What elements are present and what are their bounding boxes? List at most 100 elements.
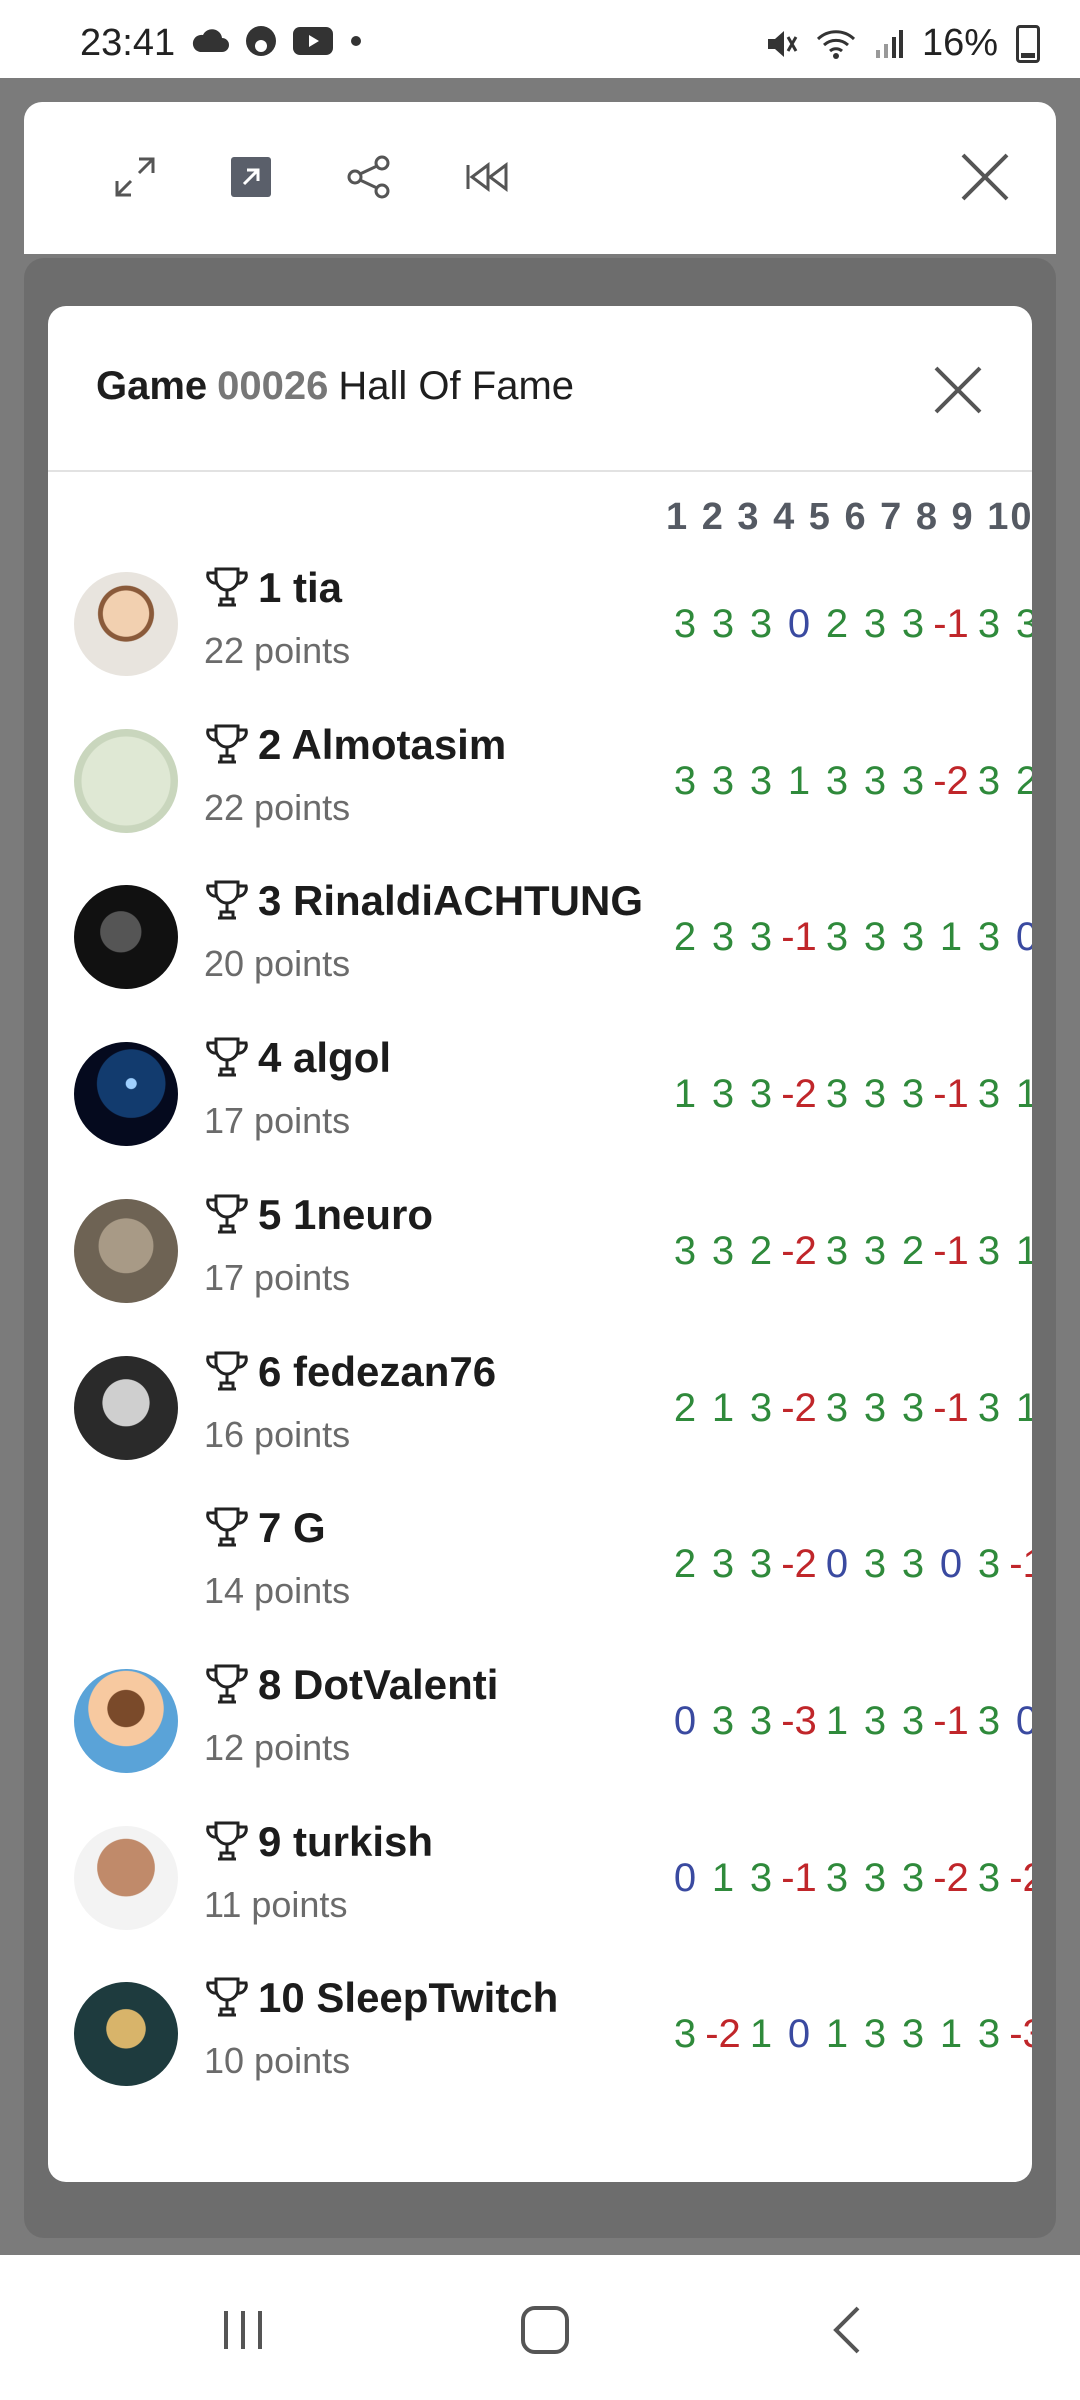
round-score: 3 [863,2012,887,2057]
round-score: 0 [673,1698,697,1743]
leaderboard-row[interactable]: 5 1neuro 17 points 3 3 2 -2 3 3 2 -1 3 1 [48,1179,1032,1335]
viewer-toolbar [24,102,1056,254]
round-scores: 1 3 3 -2 3 3 3 -1 3 1 [666,1072,1032,1117]
trophy-icon [206,724,248,764]
round-score: 0 [1015,1698,1032,1743]
share-button[interactable] [338,146,400,208]
leaderboard-row[interactable]: 8 DotValenti 12 points 0 3 3 -3 1 3 3 -1 3 0 [48,1649,1032,1805]
round-score: 1 [673,1072,697,1117]
round-score: 3 [711,1542,735,1587]
round-score: 3 [825,915,849,960]
round-score: 3 [901,602,925,646]
round-score: 3 [825,758,849,803]
round-score: 2 [749,1228,773,1273]
player-name-text: 5 1neuro [258,1190,434,1238]
round-score: 3 [673,1228,697,1273]
recent-apps-button[interactable] [203,2295,283,2365]
round-score: 0 [787,2012,811,2057]
modal-header: Game 00026 Hall Of Fame [48,306,1032,472]
player-name-text: 1 tia [258,564,343,611]
wifi-icon [816,29,855,59]
avatar [74,885,178,990]
leaderboard-row[interactable]: 6 fedezan76 16 points 2 1 3 -2 3 3 3 -1 3 1 [48,1336,1032,1492]
trophy-icon [206,567,248,607]
leaderboard-row[interactable]: 3 RinaldiACHTUNG 20 points 2 3 3 -1 3 3 3 1 3 0 [48,865,1032,1021]
leaderboard-row[interactable]: 7 G14 points233-203303-1 [48,1492,1032,1648]
leaderboard-row[interactable]: 2 Almotasim 22 points 3 3 3 1 3 3 3 -2 3 2 [48,709,1032,865]
round-score: 1 [825,1698,849,1743]
round-score: 1 [711,1385,735,1430]
round-score: -2 [705,2012,741,2057]
round-score: 3 [673,2012,697,2057]
round-score: 3 [711,602,735,646]
trophy-icon [206,1821,248,1861]
player-points: 17 points [204,1256,351,1298]
round-score: 0 [1015,915,1032,960]
round-score: 1 [825,2012,849,2057]
round-score: 3 [825,1855,849,1900]
modal-close-button[interactable] [928,360,988,420]
player-name-text: 3 RinaldiACHTUNG [258,877,644,925]
status-left-icons [190,24,364,58]
round-score: 3 [863,1072,887,1117]
open-external-button[interactable] [220,146,282,208]
back-button[interactable] [808,2295,888,2365]
round-score: 3 [749,1542,773,1587]
modal-title-sub: Hall Of Fame [338,364,575,408]
round-score: 3 [863,1228,887,1273]
player-name-text: 6 fedezan76 [258,1347,497,1395]
round-score: 3 [749,1385,773,1430]
player-name: 10 SleepTwitch [204,1974,558,2022]
status-bar: 23:41 16% [0,0,1080,78]
round-score: -2 [781,1385,817,1430]
player-points: 12 points [204,1726,351,1768]
round-score: 0 [673,1855,697,1900]
round-score: 1 [939,2012,963,2057]
round-score: -2 [933,1855,969,1900]
rewind-icon [466,162,508,192]
column-header: 1 2 3 4 5 6 7 8 9 10 [666,496,1032,538]
round-scores: 3 3 2 -2 3 3 2 -1 3 1 [666,1229,1032,1274]
round-score: 1 [787,758,811,803]
round-score: 1 [939,915,963,960]
round-score: 3 [901,2012,925,2057]
round-score: 3 [711,1228,735,1273]
round-score: 1 [749,2012,773,2057]
rewind-button[interactable] [456,146,518,208]
leaderboard-row[interactable]: 1 tia 22 points 3 3 3 0 2 3 3 -1 3 3 [48,552,1032,708]
round-score: 3 [711,758,735,803]
round-score: -1 [781,1855,817,1900]
player-name-text: 10 SleepTwitch [258,1974,559,2022]
round-score: 0 [939,1542,963,1587]
round-score: 3 [749,602,773,646]
share-icon [347,155,390,199]
player-points: 16 points [204,1413,351,1455]
leaderboard-row[interactable]: 4 algol 17 points 1 3 3 -2 3 3 3 -1 3 1 [48,1022,1032,1178]
round-score: -2 [933,758,969,803]
leaderboard-row[interactable]: 10 SleepTwitch10 points3-21013313-3 [48,1962,1032,2118]
home-button[interactable] [505,2295,585,2365]
expand-button[interactable] [104,146,166,208]
round-score: 3 [711,1698,735,1743]
round-score: 3 [977,915,1001,960]
round-score: 3 [901,1698,925,1743]
round-score: 3 [673,602,697,646]
round-score: 3 [1015,602,1032,646]
leaderboard-row[interactable]: 9 turkish11 points013-1333-23-2 [48,1806,1032,1962]
round-scores: 3-21013313-3 [666,2012,1032,2057]
avatar [74,1355,178,1460]
round-score: 3 [863,1855,887,1900]
trophy-icon [206,880,248,920]
round-score: -1 [933,1698,969,1743]
player-points: 14 points [204,1570,351,1612]
round-score: 2 [825,602,849,646]
round-score: 3 [901,915,925,960]
expand-icon [115,157,155,197]
toolbar-close-button[interactable] [954,146,1016,208]
player-name: 8 DotValenti [204,1661,498,1709]
avatar [74,1042,178,1147]
round-score: 3 [863,602,887,646]
dot-icon [351,36,361,46]
round-score: 2 [673,1385,697,1430]
avatar [74,728,178,833]
